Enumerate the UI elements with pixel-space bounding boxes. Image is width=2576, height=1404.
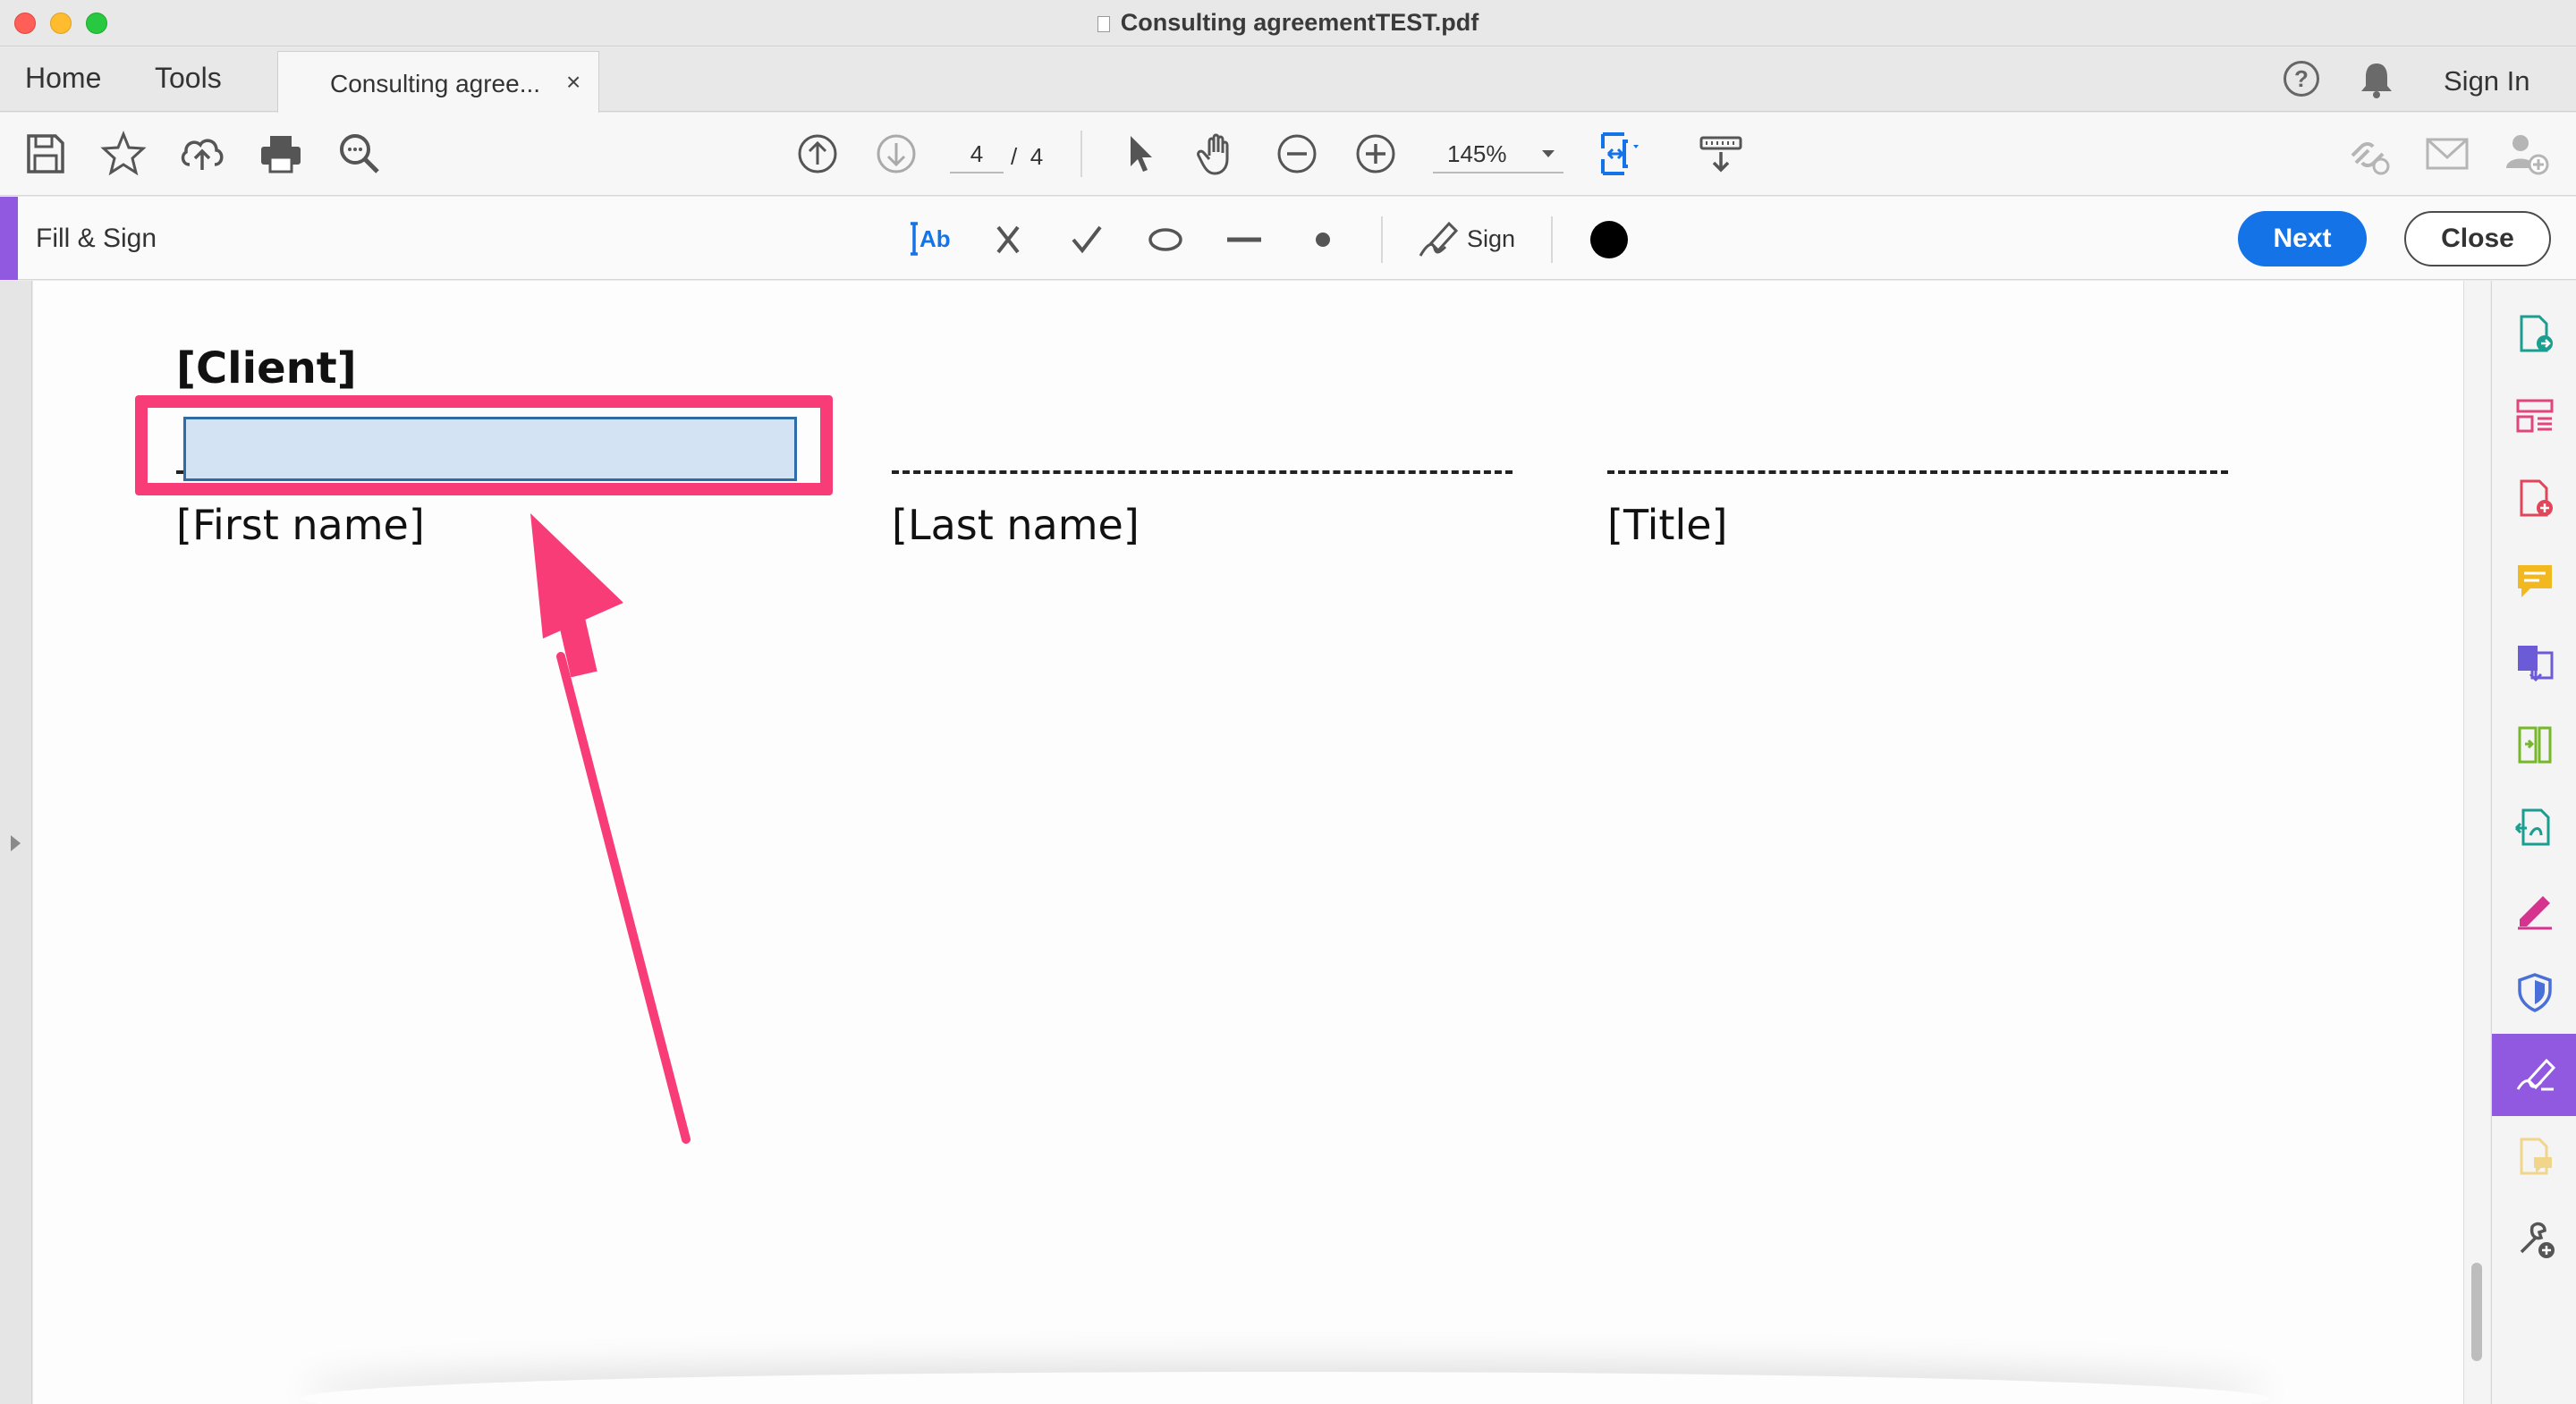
fill-sign-toolbar: Fill & Sign Ab Sign Next Close bbox=[0, 197, 2576, 280]
window-title-text: Consulting agreementTEST.pdf bbox=[1120, 9, 1479, 36]
sign-pen-icon[interactable] bbox=[1415, 216, 1460, 261]
protect-icon bbox=[2518, 973, 2552, 1012]
combine-files-icon bbox=[2518, 646, 2554, 682]
rail-comment[interactable] bbox=[2492, 540, 2576, 622]
title-label: [Title] bbox=[1607, 501, 1728, 549]
hand-tool-icon[interactable] bbox=[1193, 129, 1243, 179]
email-icon[interactable] bbox=[2422, 129, 2472, 179]
color-picker-icon[interactable] bbox=[1587, 216, 1631, 261]
main-toolbar: 4 / 4 145% bbox=[0, 113, 2576, 196]
more-tools-icon bbox=[2520, 1222, 2555, 1258]
compress-icon bbox=[2518, 726, 2552, 764]
rail-more-tools[interactable] bbox=[2492, 1198, 2576, 1281]
line-icon[interactable] bbox=[1222, 216, 1267, 261]
sign-label[interactable]: Sign bbox=[1467, 225, 1515, 253]
rail-request-signatures[interactable] bbox=[2492, 869, 2576, 952]
toolbar-divider bbox=[1080, 131, 1082, 177]
fill-sign-accent-bar bbox=[0, 197, 18, 280]
page-total: 4 bbox=[1030, 143, 1044, 170]
rail-create-pdf[interactable] bbox=[2492, 458, 2576, 540]
first-name-label: [First name] bbox=[176, 501, 425, 549]
add-text-icon[interactable]: Ab bbox=[907, 216, 952, 261]
zoom-level-select[interactable]: 145% bbox=[1433, 134, 1563, 173]
vertical-scrollbar[interactable] bbox=[2463, 281, 2490, 1404]
page-separator: / bbox=[1011, 143, 1018, 170]
fit-page-icon[interactable] bbox=[1597, 129, 1648, 179]
export-pdf-icon bbox=[2520, 315, 2553, 352]
title-line bbox=[1607, 470, 2228, 474]
rail-organize-pages[interactable] bbox=[2492, 376, 2576, 458]
rail-edit-pdf[interactable] bbox=[2492, 787, 2576, 869]
create-pdf-icon bbox=[2520, 479, 2553, 517]
window-title: Consulting agreementTEST.pdf bbox=[0, 9, 2576, 37]
organize-pages-icon bbox=[2516, 399, 2554, 433]
sign-in-link[interactable]: Sign In bbox=[2444, 65, 2530, 97]
chevron-down-icon bbox=[1542, 150, 1555, 157]
last-name-line bbox=[892, 470, 1513, 474]
tab-document-label: Consulting agree... bbox=[330, 70, 541, 97]
svg-text:Ab: Ab bbox=[919, 225, 951, 252]
left-panel-toggle[interactable] bbox=[0, 281, 32, 1404]
client-label: [Client] bbox=[176, 343, 357, 393]
read-mode-icon[interactable] bbox=[1696, 129, 1746, 179]
tab-document[interactable]: Consulting agree... × bbox=[277, 51, 599, 113]
next-page-icon[interactable] bbox=[871, 129, 921, 179]
fill-sign-divider bbox=[1551, 216, 1553, 263]
request-signatures-icon bbox=[2518, 896, 2552, 930]
search-zoom-icon[interactable] bbox=[335, 129, 385, 179]
cloud-upload-icon[interactable] bbox=[177, 129, 227, 179]
help-icon[interactable]: ? bbox=[2284, 61, 2319, 97]
fill-sign-title: Fill & Sign bbox=[36, 224, 157, 253]
comment-icon bbox=[2518, 565, 2552, 597]
page-bottom-shadow bbox=[301, 1372, 2269, 1404]
tab-close-icon[interactable]: × bbox=[566, 68, 580, 97]
send-comments-icon bbox=[2520, 1138, 2552, 1175]
page-count: / 4 bbox=[1011, 143, 1043, 171]
ellipse-icon[interactable] bbox=[1143, 216, 1188, 261]
tools-rail bbox=[2491, 281, 2576, 1404]
rail-combine-files[interactable] bbox=[2492, 622, 2576, 705]
chevron-right-icon bbox=[11, 835, 21, 851]
window-titlebar: Consulting agreementTEST.pdf bbox=[0, 0, 2576, 47]
fill-sign-divider bbox=[1381, 216, 1383, 263]
zoom-out-icon[interactable] bbox=[1272, 129, 1322, 179]
share-link-icon[interactable] bbox=[2343, 129, 2394, 179]
print-icon[interactable] bbox=[256, 129, 306, 179]
tab-tools[interactable]: Tools bbox=[155, 62, 222, 95]
close-button[interactable]: Close bbox=[2404, 211, 2551, 266]
select-cursor-icon[interactable] bbox=[1116, 129, 1166, 179]
document-page: [Client] [First name] [Last name] [Title… bbox=[33, 281, 2463, 1404]
rail-send-comments[interactable] bbox=[2492, 1116, 2576, 1198]
document-icon bbox=[1097, 16, 1110, 32]
save-icon[interactable] bbox=[20, 129, 70, 179]
page-number-input[interactable]: 4 bbox=[950, 134, 1004, 173]
rail-protect[interactable] bbox=[2492, 952, 2576, 1034]
cross-mark-icon[interactable] bbox=[986, 216, 1030, 261]
rail-compress[interactable] bbox=[2492, 705, 2576, 787]
checkmark-icon[interactable] bbox=[1064, 216, 1109, 261]
tab-home[interactable]: Home bbox=[25, 62, 101, 95]
dot-icon[interactable] bbox=[1301, 216, 1345, 261]
previous-page-icon[interactable] bbox=[792, 129, 843, 179]
scrollbar-thumb[interactable] bbox=[2471, 1263, 2482, 1361]
rail-export-pdf[interactable] bbox=[2492, 293, 2576, 376]
zoom-in-icon[interactable] bbox=[1351, 129, 1401, 179]
annotation-arrow-icon bbox=[530, 513, 691, 1144]
fill-sign-icon bbox=[2516, 1058, 2555, 1091]
next-button[interactable]: Next bbox=[2238, 211, 2367, 266]
add-user-icon[interactable] bbox=[2501, 129, 2551, 179]
zoom-level-value: 145% bbox=[1447, 140, 1507, 167]
edit-pdf-icon bbox=[2514, 808, 2550, 846]
rail-fill-sign[interactable] bbox=[2492, 1034, 2576, 1116]
notifications-bell-icon[interactable] bbox=[2359, 60, 2394, 99]
bookmark-star-icon[interactable] bbox=[98, 129, 148, 179]
annotation-highlight-box bbox=[135, 395, 833, 495]
last-name-label: [Last name] bbox=[892, 501, 1140, 549]
tab-bar: Home Tools Consulting agree... × ? Sign … bbox=[0, 47, 2576, 113]
